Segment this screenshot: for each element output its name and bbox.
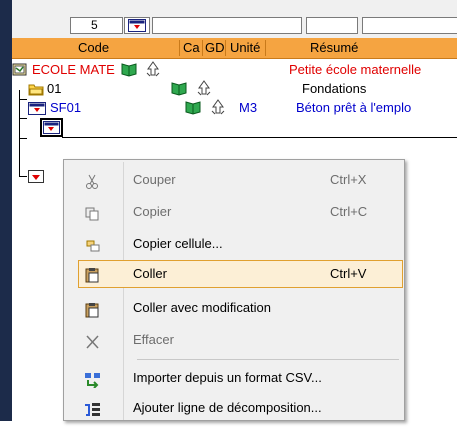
context-menu: Couper Ctrl+X Copier Ctrl+C Copier cellu… — [63, 159, 405, 421]
tree-line — [19, 138, 27, 139]
tree-row-resume: Petite école maternelle — [289, 62, 422, 77]
menu-item-shortcut: Ctrl+C — [330, 204, 368, 219]
filter-row: 5 — [12, 12, 457, 38]
paste-modify-icon — [84, 300, 102, 318]
column-header: Code Ca GD Unité Résumé — [12, 38, 457, 59]
tree-row-project[interactable]: ECOLE MATE Petite école maternelle — [12, 60, 457, 79]
tree-row-new[interactable] — [12, 118, 457, 137]
column-header-code[interactable]: Code — [78, 38, 109, 58]
scissors-icon — [84, 172, 102, 189]
menu-item-label: Coller avec modification — [133, 300, 272, 315]
tree-row-resume: Béton prêt à l'emplo — [296, 100, 412, 115]
column-header-gd[interactable]: GD — [205, 38, 225, 58]
copy-icon — [84, 204, 102, 221]
menu-item-couper[interactable]: Couper Ctrl+X — [78, 166, 403, 194]
menu-separator — [137, 359, 399, 360]
filter-field-2[interactable] — [306, 17, 358, 34]
tree-row-article[interactable]: SF01 M3 Béton prêt à l'emplo — [12, 98, 457, 117]
menu-item-label: Copier cellule... — [133, 236, 223, 251]
add-element-icon — [28, 169, 44, 188]
menu-item-importer-csv[interactable]: Importer depuis un format CSV... — [78, 364, 403, 392]
column-header-ca[interactable]: Ca — [183, 38, 200, 58]
delete-x-icon — [84, 332, 102, 349]
column-header-resume[interactable]: Résumé — [310, 38, 358, 58]
tree-row-chapter[interactable]: 01 Fondations — [12, 79, 457, 98]
filter-field-1[interactable] — [152, 17, 302, 34]
tree-row-code: 01 — [47, 81, 62, 96]
row-underline — [62, 137, 457, 138]
tree-row-code: ECOLE MATE — [32, 62, 115, 77]
tree-row-unit: M3 — [239, 100, 258, 115]
menu-item-coller-modification[interactable]: Coller avec modification — [78, 294, 403, 322]
copy-cell-icon — [84, 236, 102, 252]
paste-icon — [84, 266, 102, 283]
menu-item-copier-cellule[interactable]: Copier cellule... — [78, 230, 403, 258]
book-icon — [184, 100, 202, 120]
left-window-border — [0, 0, 12, 421]
menu-item-shortcut: Ctrl+X — [330, 172, 367, 187]
filter-type-button[interactable] — [124, 17, 150, 34]
element-type-icon — [128, 19, 146, 32]
level-number-field[interactable]: 5 — [70, 17, 123, 34]
menu-item-label: Copier — [133, 204, 172, 219]
add-line-icon — [84, 400, 102, 416]
tree-row-resume: Fondations — [302, 81, 367, 96]
menu-item-label: Couper — [133, 172, 176, 187]
selected-cell[interactable] — [40, 118, 63, 137]
menu-item-ajouter-ligne[interactable]: Ajouter ligne de décomposition... — [78, 394, 403, 422]
menu-item-effacer[interactable]: Effacer — [78, 326, 403, 354]
menu-item-copier[interactable]: Copier Ctrl+C — [78, 198, 403, 226]
new-element-icon — [43, 121, 60, 134]
toolbar-strip — [12, 0, 457, 12]
filter-field-3[interactable] — [362, 17, 457, 34]
column-header-unite[interactable]: Unité — [230, 38, 260, 58]
menu-item-shortcut: Ctrl+V — [330, 266, 367, 281]
menu-item-label: Importer depuis un format CSV... — [133, 370, 322, 385]
menu-item-label: Coller — [133, 266, 167, 281]
import-csv-icon — [84, 370, 102, 389]
recycle-icon — [209, 99, 227, 120]
menu-item-label: Effacer — [133, 332, 174, 347]
menu-item-coller[interactable]: Coller Ctrl+V — [78, 260, 403, 288]
tree-row-code: SF01 — [50, 100, 82, 115]
menu-item-label: Ajouter ligne de décomposition... — [133, 400, 322, 415]
